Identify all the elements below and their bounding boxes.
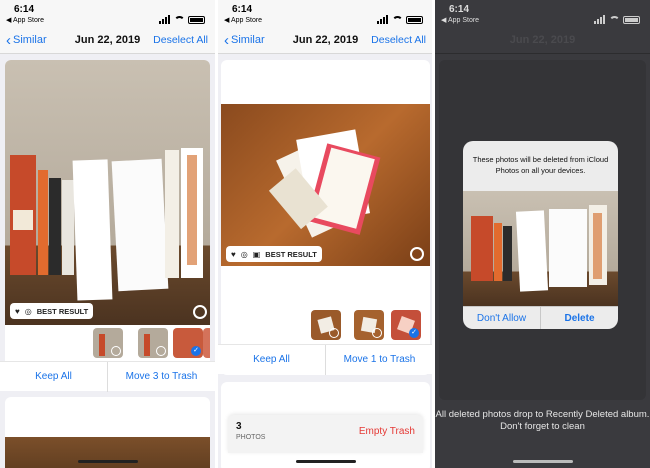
select-circle[interactable] xyxy=(410,247,424,261)
action-bar: Keep All Move 1 to Trash xyxy=(218,344,433,375)
wifi-icon xyxy=(609,16,620,24)
select-circle[interactable] xyxy=(111,346,121,356)
live-photo-icon: ◎ xyxy=(24,306,32,316)
select-circle[interactable] xyxy=(329,328,339,338)
battery-icon xyxy=(188,16,205,24)
heart-icon: ♥ xyxy=(231,249,236,259)
next-photo-card xyxy=(5,397,210,468)
battery-icon xyxy=(406,16,423,24)
similar-photos-card: ♥ ◎ ▣ BEST RESULT ✓ xyxy=(221,60,430,375)
burst-icon: ▣ xyxy=(252,249,261,259)
move-to-trash-button[interactable]: Move 3 to Trash xyxy=(108,362,215,391)
main-photo[interactable]: ♥ ◎ ▣ BEST RESULT xyxy=(221,104,430,266)
checkmark-icon: ✓ xyxy=(409,328,419,338)
thumbnail-photo[interactable] xyxy=(311,310,341,340)
battery-icon xyxy=(623,16,640,24)
trash-count-label: PHOTOS xyxy=(236,434,266,441)
page-title: Jun 22, 2019 xyxy=(509,34,576,46)
delete-confirmation-alert: These photos will be deleted from iCloud… xyxy=(463,141,618,329)
nav-bar: ‹ Similar Jun 22, 2019 Deselect All xyxy=(218,28,433,54)
trash-summary-bar: 3 PHOTOS Empty Trash xyxy=(228,415,423,453)
phone-screen-1: 6:14 ◀ App Store ‹ Similar Jun 22, 2019 D… xyxy=(0,0,215,468)
thumbnail-photo-selected[interactable]: ✓ xyxy=(173,328,203,358)
status-bar: 6:14 ◀ App Store xyxy=(0,0,215,28)
similar-photos-card: ♥ ◎ BEST RESULT ✓ xyxy=(5,60,210,390)
live-photo-icon: ◎ xyxy=(240,249,248,259)
alert-message: These photos will be deleted from iCloud… xyxy=(472,155,609,175)
move-to-trash-button[interactable]: Move 1 to Trash xyxy=(326,345,433,374)
delete-button[interactable]: Delete xyxy=(540,307,618,329)
status-icons xyxy=(594,6,640,24)
wifi-icon xyxy=(392,16,403,24)
signal-icon xyxy=(377,6,389,24)
phone-screen-2: 6:14 ◀ App Store ‹ Similar Jun 22, 2019 D… xyxy=(218,0,433,468)
keep-all-button[interactable]: Keep All xyxy=(218,345,325,374)
status-bar: 6:14 ◀ App Store xyxy=(218,0,433,28)
status-bar: 6:14 ◀ App Store xyxy=(435,0,650,28)
thumbnail-photo[interactable] xyxy=(203,328,210,358)
status-time: 6:14 xyxy=(449,4,470,15)
home-indicator xyxy=(513,460,573,463)
nav-bar: ‹ Similar Jun 22, 2019 Deselect All xyxy=(0,28,215,54)
deselect-all-button[interactable]: Deselect All xyxy=(153,34,208,46)
best-result-badge: ♥ ◎ ▣ BEST RESULT xyxy=(226,246,322,262)
select-circle[interactable] xyxy=(193,305,207,319)
deleted-album-note: All deleted photos drop to Recently Dele… xyxy=(435,409,650,432)
screenshot-composite: 6:14 ◀ App Store ‹ Similar Jun 22, 2019 D… xyxy=(0,0,650,468)
keep-all-button[interactable]: Keep All xyxy=(0,362,107,391)
thumbnail-photo[interactable] xyxy=(354,310,384,340)
back-to-app-store[interactable]: ◀ App Store xyxy=(224,16,262,24)
deselect-all-button[interactable]: Deselect All xyxy=(371,34,426,46)
home-indicator xyxy=(78,460,138,463)
status-icons xyxy=(159,6,205,24)
best-result-label: BEST RESULT xyxy=(265,249,317,259)
best-result-label: BEST RESULT xyxy=(36,306,89,316)
select-circle[interactable] xyxy=(372,328,382,338)
home-indicator xyxy=(296,460,356,463)
trash-count: 3 xyxy=(236,421,242,432)
back-to-app-store[interactable]: ◀ App Store xyxy=(6,16,44,24)
alert-buttons: Don't Allow Delete xyxy=(463,306,618,329)
status-icons xyxy=(377,6,423,24)
thumbnail-photo[interactable] xyxy=(93,328,123,358)
dont-allow-button[interactable]: Don't Allow xyxy=(463,307,540,329)
alert-photo-preview xyxy=(463,191,618,306)
heart-icon: ♥ xyxy=(15,306,20,316)
nav-bar-dimmed: Jun 22, 2019 xyxy=(435,28,650,54)
phone-screen-3: 6:14 ◀ App Store Jun 22, 2019 These phot… xyxy=(435,0,650,468)
best-result-badge: ♥ ◎ BEST RESULT xyxy=(10,303,94,319)
thumbnail-photo[interactable] xyxy=(138,328,168,358)
wifi-icon xyxy=(174,16,185,24)
status-time: 6:14 xyxy=(14,4,35,15)
signal-icon xyxy=(594,6,606,24)
signal-icon xyxy=(159,6,171,24)
select-circle[interactable] xyxy=(156,346,166,356)
status-time: 6:14 xyxy=(232,4,253,15)
back-to-app-store[interactable]: ◀ App Store xyxy=(441,16,479,24)
thumbnail-photo-selected[interactable]: ✓ xyxy=(391,310,421,340)
action-bar: Keep All Move 3 to Trash xyxy=(0,361,215,392)
main-photo[interactable]: ♥ ◎ BEST RESULT xyxy=(5,60,210,325)
empty-trash-button[interactable]: Empty Trash xyxy=(359,426,415,437)
checkmark-icon: ✓ xyxy=(191,346,201,356)
